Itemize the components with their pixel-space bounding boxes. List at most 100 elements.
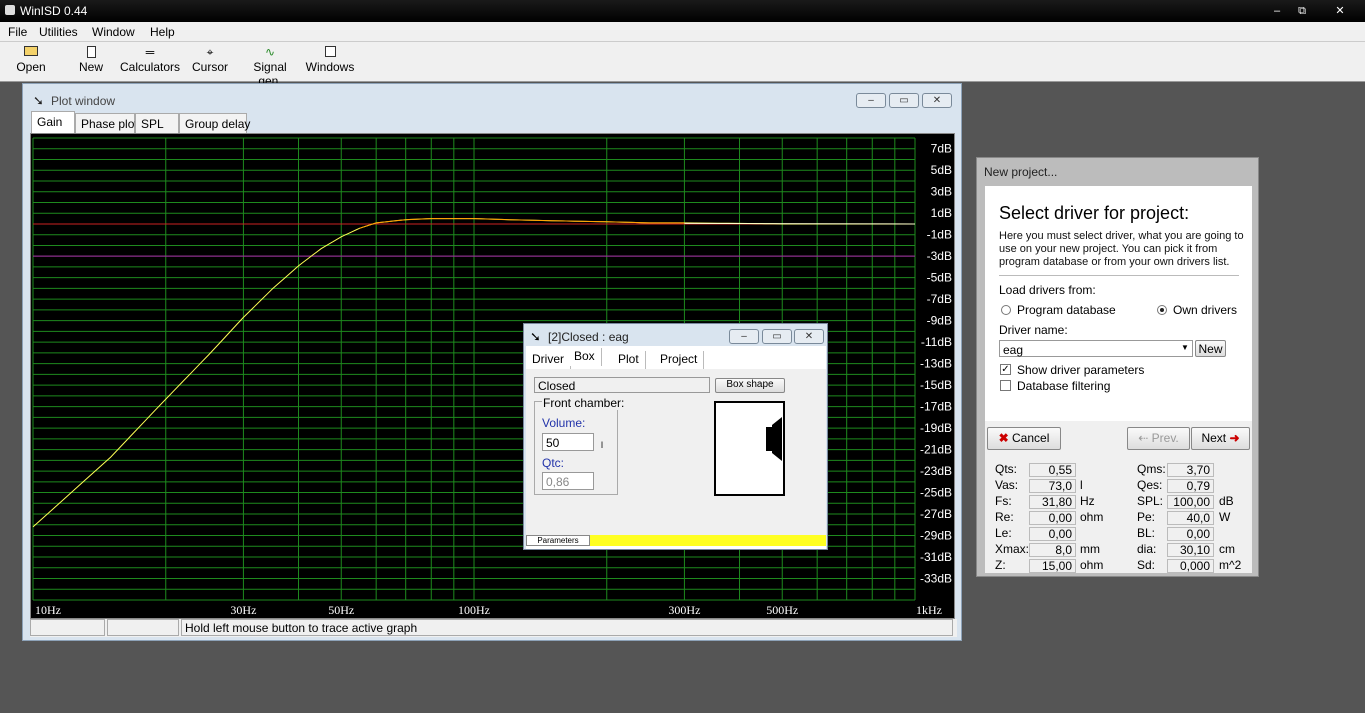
param-unit-left-5: mm — [1080, 542, 1100, 556]
show-params-checkbox[interactable]: ✓ — [1000, 364, 1011, 375]
x-tick-label-2: 50Hz — [328, 603, 354, 617]
tab-spl[interactable]: SPL — [135, 113, 179, 133]
param-value-left-2[interactable]: 31,80 — [1029, 495, 1076, 509]
param-unit-left-3: ohm — [1080, 510, 1104, 524]
param-label-right-4: BL: — [1137, 526, 1156, 540]
box-type-field[interactable]: Closed — [534, 377, 710, 393]
tab-gain[interactable]: Gain — [31, 111, 75, 133]
new-driver-button[interactable]: New — [1195, 340, 1226, 357]
plot-close-button[interactable]: ✕ — [922, 93, 952, 108]
param-value-left-0[interactable]: 0,55 — [1029, 463, 1076, 477]
param-unit-right-3: W — [1219, 510, 1231, 524]
box-shape-button[interactable]: Box shape — [715, 378, 785, 393]
param-value-right-0[interactable]: 3,70 — [1167, 463, 1214, 477]
prev-button[interactable]: ⇠ Prev. — [1127, 427, 1190, 450]
y-tick-label-5: -3dB — [927, 249, 952, 263]
prev-label: Prev. — [1151, 431, 1179, 445]
param-unit-left-6: ohm — [1080, 558, 1104, 572]
y-tick-label-3: 1dB — [931, 206, 952, 220]
windows-button[interactable]: Windows — [305, 46, 355, 74]
speaker-app-icon: ➘ — [530, 329, 541, 344]
tab-box[interactable]: Box — [568, 348, 602, 366]
radio-own-drivers[interactable] — [1157, 305, 1167, 315]
param-value-right-3[interactable]: 40,0 — [1167, 511, 1214, 525]
y-tick-label-20: -33dB — [920, 572, 952, 586]
calculators-button[interactable]: ═ Calculators — [120, 46, 180, 74]
y-tick-label-14: -21dB — [920, 443, 952, 457]
signal-gen-button[interactable]: ∿ Signal gen. — [240, 46, 300, 88]
qtc-label: Qtc: — [542, 456, 565, 470]
open-folder-icon — [24, 46, 38, 56]
plot-window-title: Plot window — [51, 94, 116, 108]
param-label-left-6: Z: — [995, 558, 1006, 572]
radio-program-database[interactable] — [1001, 305, 1011, 315]
param-value-right-2[interactable]: 100,00 — [1167, 495, 1214, 509]
cancel-button[interactable]: ✖ Cancel — [987, 427, 1061, 450]
tab-group-delay[interactable]: Group delay — [179, 113, 250, 133]
param-value-left-4[interactable]: 0,00 — [1029, 527, 1076, 541]
radio-program-label: Program database — [1017, 303, 1116, 317]
next-button[interactable]: Next ➜ — [1191, 427, 1250, 450]
param-value-left-3[interactable]: 0,00 — [1029, 511, 1076, 525]
volume-input[interactable]: 50 — [542, 433, 594, 451]
close-button[interactable]: ✕ — [1330, 3, 1350, 19]
param-value-right-5[interactable]: 30,10 — [1167, 543, 1214, 557]
menu-file[interactable]: File — [8, 25, 27, 39]
chevron-down-icon[interactable]: ▼ — [1181, 343, 1189, 352]
y-tick-label-4: -1dB — [927, 228, 952, 242]
new-document-icon — [86, 46, 96, 58]
db-filter-checkbox[interactable] — [1000, 380, 1011, 391]
plot-maximize-button[interactable]: ▭ — [889, 93, 919, 108]
plot-statusbar: Hold left mouse button to trace active g… — [30, 619, 957, 637]
x-tick-label-5: 500Hz — [766, 603, 798, 617]
param-value-right-1[interactable]: 0,79 — [1167, 479, 1214, 493]
tab-parameters[interactable]: Parameters — [526, 535, 590, 546]
maximize-button[interactable]: ⧉ — [1292, 3, 1312, 19]
app-icon — [5, 5, 15, 15]
y-tick-label-15: -23dB — [920, 464, 952, 478]
param-value-left-6[interactable]: 15,00 — [1029, 559, 1076, 573]
tab-driver[interactable]: Driver — [526, 351, 571, 369]
new-project-body: Select driver for project: Here you must… — [985, 186, 1252, 421]
y-tick-label-13: -19dB — [920, 421, 952, 435]
speaker-driver-icon — [766, 417, 782, 461]
cursor-button[interactable]: ⌖ Cursor — [190, 46, 230, 74]
param-label-right-6: Sd: — [1137, 558, 1156, 572]
y-tick-label-16: -25dB — [920, 486, 952, 500]
driver-name-select[interactable]: eag — [999, 340, 1193, 357]
param-value-left-1[interactable]: 73,0 — [1029, 479, 1076, 493]
param-value-right-4[interactable]: 0,00 — [1167, 527, 1214, 541]
calculator-icon: ═ — [145, 45, 155, 59]
new-project-window: New project... Select driver for project… — [976, 157, 1259, 577]
box-window-title: [2]Closed : eag — [548, 330, 629, 344]
menu-help[interactable]: Help — [150, 25, 175, 39]
param-unit-right-6: m^2 — [1219, 558, 1242, 572]
crosshair-icon: ⌖ — [206, 45, 214, 59]
new-button[interactable]: New — [72, 46, 110, 74]
toolbar: Open New ═ Calculators ⌖ Cursor ∿ Signal… — [0, 42, 1365, 88]
new-project-title: New project... — [984, 165, 1058, 179]
new-project-footer: ✖ Cancel ⇠ Prev. Next ➜ Qts: 0,55 Vas: 73,0… — [985, 421, 1252, 573]
param-unit-left-1: l — [1080, 478, 1083, 492]
tab-plot[interactable]: Plot — [612, 351, 646, 369]
menu-utilities[interactable]: Utilities — [39, 25, 78, 39]
tab-project[interactable]: Project — [654, 351, 705, 369]
box-maximize-button[interactable]: ▭ — [762, 329, 792, 344]
box-minimize-button[interactable]: – — [729, 329, 759, 344]
param-value-right-6[interactable]: 0,000 — [1167, 559, 1214, 573]
speaker-app-icon: ➘ — [33, 93, 44, 108]
y-tick-label-0: 7dB — [931, 142, 952, 156]
param-value-left-5[interactable]: 8,0 — [1029, 543, 1076, 557]
menu-window[interactable]: Window — [92, 25, 135, 39]
param-label-left-1: Vas: — [995, 478, 1019, 492]
box-window: ➘ [2]Closed : eag – ▭ ✕ Driver Box Plot … — [523, 323, 828, 550]
box-close-button[interactable]: ✕ — [794, 329, 824, 344]
minimize-button[interactable]: – — [1267, 3, 1287, 19]
cursor-label: Cursor — [191, 60, 228, 74]
plot-minimize-button[interactable]: – — [856, 93, 886, 108]
tab-phase-plot[interactable]: Phase plot — [75, 113, 138, 133]
open-button[interactable]: Open — [12, 46, 50, 74]
param-unit-left-2: Hz — [1080, 494, 1095, 508]
param-label-right-2: SPL: — [1137, 494, 1164, 508]
qtc-input[interactable]: 0,86 — [542, 472, 594, 490]
